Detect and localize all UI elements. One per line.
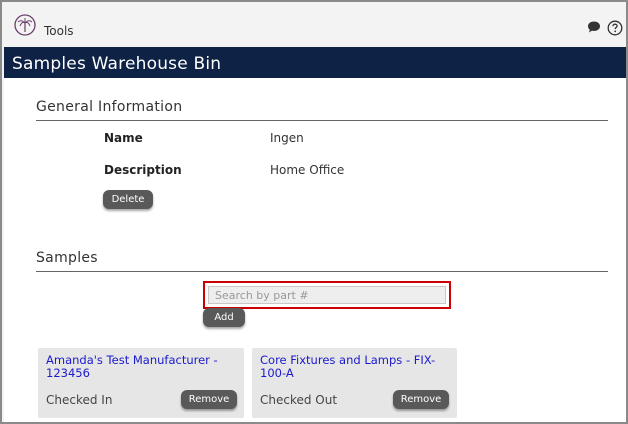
sample-status: Checked In bbox=[46, 393, 113, 407]
sample-card-title-link[interactable]: Core Fixtures and Lamps - FIX-100-A bbox=[260, 354, 440, 380]
sample-card-title-link[interactable]: Amanda's Test Manufacturer - 123456 bbox=[46, 354, 236, 380]
delete-button[interactable]: Delete bbox=[103, 190, 153, 209]
add-button[interactable]: Add bbox=[203, 308, 245, 327]
palm-tree-logo-icon[interactable] bbox=[14, 14, 36, 36]
sample-card: Amanda's Test Manufacturer - 123456 Chec… bbox=[38, 348, 244, 418]
help-icon[interactable] bbox=[607, 20, 623, 36]
top-bar: Tools bbox=[4, 4, 626, 47]
section-divider bbox=[36, 120, 608, 121]
chat-bubble-icon[interactable] bbox=[587, 20, 601, 34]
search-highlight bbox=[203, 281, 451, 309]
app-window: Tools Samples Warehouse Bin General Info… bbox=[0, 0, 628, 424]
remove-button[interactable]: Remove bbox=[393, 390, 449, 409]
description-label: Description bbox=[104, 163, 182, 177]
page-title: Samples Warehouse Bin bbox=[12, 54, 222, 74]
general-information-heading: General Information bbox=[36, 99, 183, 115]
description-value: Home Office bbox=[270, 163, 345, 177]
section-divider bbox=[36, 271, 608, 272]
samples-heading: Samples bbox=[36, 250, 98, 266]
name-label: Name bbox=[104, 131, 143, 145]
name-value: Ingen bbox=[270, 131, 304, 145]
part-search-input[interactable] bbox=[208, 286, 446, 304]
sample-card: Core Fixtures and Lamps - FIX-100-A Chec… bbox=[252, 348, 457, 418]
tools-label[interactable]: Tools bbox=[44, 24, 74, 38]
sample-status: Checked Out bbox=[260, 393, 338, 407]
title-bar: Samples Warehouse Bin bbox=[4, 47, 626, 78]
remove-button[interactable]: Remove bbox=[181, 390, 237, 409]
